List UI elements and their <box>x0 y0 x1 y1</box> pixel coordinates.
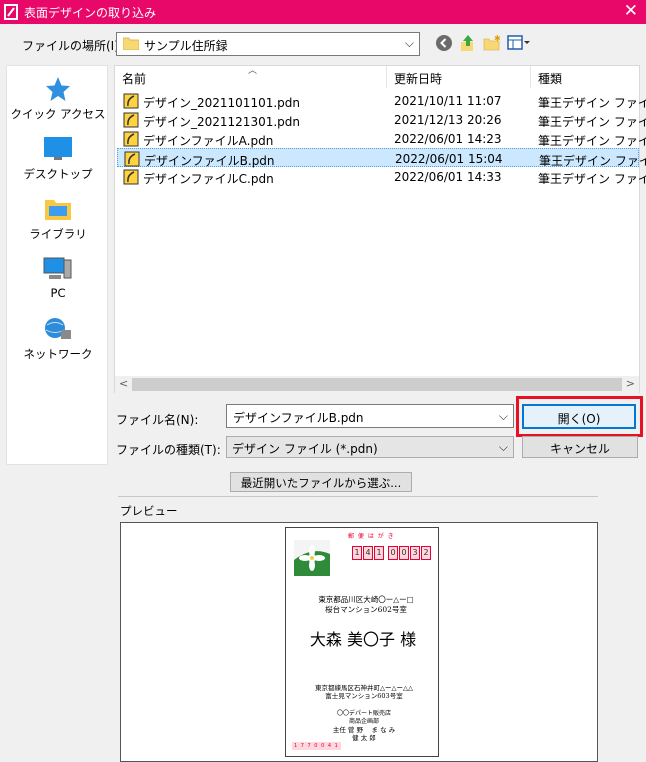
file-modified: 2021/12/13 20:26 <box>394 113 502 127</box>
sender-name: 健 太 郎 <box>352 734 376 742</box>
view-menu-icon[interactable] <box>507 34 531 52</box>
zip-digit: 3 <box>410 546 420 560</box>
file-modified: 2022/06/01 14:23 <box>394 132 502 146</box>
file-list[interactable]: ︿ 名前 更新日時 種類 デザイン_2021101101.pdn 2021/10… <box>114 65 646 393</box>
place-network[interactable]: ネットワーク <box>7 316 109 362</box>
file-row-selected[interactable]: デザインファイルB.pdn 2022/06/01 15:04 筆王デザイン ファ… <box>117 148 646 168</box>
star-icon <box>46 77 70 101</box>
zip-digit: 0 <box>399 546 409 560</box>
network-icon <box>45 318 71 339</box>
place-desktop[interactable]: デスクトップ <box>7 136 109 182</box>
flower-image <box>294 540 330 576</box>
sender-building: 富士見マンション603号室 <box>325 692 403 700</box>
filename-value: デザインファイルB.pdn <box>233 411 364 425</box>
horizontal-scrollbar[interactable]: < > <box>115 376 639 393</box>
pc-icon <box>43 257 72 279</box>
new-folder-icon[interactable]: ✱ <box>483 34 501 52</box>
column-name[interactable]: 名前 <box>122 70 146 87</box>
sender-zip: 1 7 7 0 0 4 1 <box>292 742 341 750</box>
svg-text:✱: ✱ <box>494 34 501 43</box>
look-in-label: ファイルの場所(I): <box>22 39 123 53</box>
app-icon <box>4 4 18 20</box>
file-row[interactable]: デザインファイルA.pdn 2022/06/01 14:23 筆王デザイン ファ… <box>117 129 646 148</box>
scroll-right-icon[interactable]: > <box>626 377 635 390</box>
library-icon <box>45 200 71 220</box>
folder-icon <box>123 37 139 50</box>
place-quick-access[interactable]: クイック アクセス <box>7 76 109 122</box>
file-type: 筆王デザイン ファイル <box>538 96 646 110</box>
look-in-value: サンプル住所録 <box>144 39 228 53</box>
file-name: デザインファイルC.pdn <box>143 172 274 186</box>
place-library[interactable]: ライブラリ <box>7 196 109 242</box>
filename-input[interactable]: デザインファイルB.pdn ⌵ <box>226 404 514 428</box>
postcard-preview: 郵 便 は が き 1 4 1 0 0 3 2 東京都品川区大崎〇ー△ー□ 桜台… <box>285 527 439 757</box>
column-modified[interactable]: 更新日時 <box>394 70 442 87</box>
desktop-icon <box>44 137 72 160</box>
zip-digit: 1 <box>374 546 384 560</box>
look-in-combo[interactable]: サンプル住所録 ⌵ <box>116 32 420 56</box>
place-label: クイック アクセス <box>10 107 106 121</box>
file-modified: 2021/10/11 11:07 <box>394 94 502 108</box>
recipient-building: 桜台マンション602号室 <box>325 605 407 614</box>
chevron-down-icon[interactable]: ⌵ <box>499 409 508 424</box>
pdn-file-icon <box>123 93 139 109</box>
pdn-file-icon <box>123 112 139 128</box>
file-type: 筆王デザイン ファイル <box>538 172 646 186</box>
sort-up-icon: ︿ <box>248 66 258 76</box>
title-bar: 表面デザインの取り込み ✕ <box>0 0 646 24</box>
file-modified: 2022/06/01 15:04 <box>395 152 503 166</box>
back-icon[interactable] <box>435 34 453 52</box>
column-divider[interactable] <box>386 66 387 88</box>
cancel-button[interactable]: キャンセル <box>522 436 638 458</box>
zip-digit: 4 <box>363 546 373 560</box>
filename-label: ファイル名(N): <box>116 413 199 427</box>
file-name: デザインファイルA.pdn <box>143 134 274 148</box>
place-label: ネットワーク <box>23 347 93 361</box>
zip-digit: 2 <box>421 546 431 560</box>
up-folder-icon[interactable] <box>459 34 477 52</box>
filetype-label: ファイルの種類(T): <box>116 443 221 457</box>
zip-digit: 1 <box>352 546 362 560</box>
list-header: ︿ 名前 更新日時 種類 <box>115 66 639 88</box>
postcard-header: 郵 便 は が き <box>348 533 395 540</box>
column-type[interactable]: 種類 <box>538 70 562 87</box>
place-label: デスクトップ <box>23 167 93 181</box>
column-divider[interactable] <box>530 66 531 88</box>
place-pc[interactable]: PC <box>7 256 109 300</box>
window-title: 表面デザインの取り込み <box>24 6 157 20</box>
recipient-name: 大森 美〇子 様 <box>309 630 417 649</box>
chevron-down-icon[interactable]: ⌵ <box>499 440 508 455</box>
filetype-select[interactable]: デザイン ファイル (*.pdn) ⌵ <box>226 436 514 458</box>
recent-files-button[interactable]: 最近開いたファイルから選ぶ... <box>230 472 412 492</box>
pdn-file-icon <box>124 151 140 167</box>
place-label: ライブラリ <box>29 227 87 241</box>
file-row[interactable]: デザインファイルC.pdn 2022/06/01 14:33 筆王デザイン ファ… <box>117 167 646 186</box>
chevron-down-icon[interactable]: ⌵ <box>405 36 414 51</box>
file-name: デザイン_2021121301.pdn <box>143 115 301 129</box>
file-name: デザイン_2021101101.pdn <box>143 96 301 110</box>
file-row[interactable]: デザイン_2021101101.pdn 2021/10/11 11:07 筆王デ… <box>117 91 646 110</box>
divider <box>118 496 598 497</box>
pdn-file-icon <box>123 169 139 185</box>
preview-pane: 郵 便 は が き 1 4 1 0 0 3 2 東京都品川区大崎〇ー△ー□ 桜台… <box>120 522 598 762</box>
scroll-thumb[interactable] <box>132 378 622 391</box>
file-modified: 2022/06/01 14:33 <box>394 170 502 184</box>
file-row[interactable]: デザイン_2021121301.pdn 2021/12/13 20:26 筆王デ… <box>117 110 646 129</box>
zip-digit: 0 <box>388 546 398 560</box>
place-label: PC <box>50 286 66 300</box>
scroll-left-icon[interactable]: < <box>119 377 128 390</box>
file-type: 筆王デザイン ファイル <box>538 134 646 148</box>
preview-label: プレビュー <box>120 504 178 518</box>
filetype-value: デザイン ファイル (*.pdn) <box>232 442 378 456</box>
open-button[interactable]: 開く(O) <box>522 404 636 429</box>
pdn-file-icon <box>123 131 139 147</box>
file-type: 筆王デザイン ファイル <box>538 115 646 129</box>
close-icon[interactable]: ✕ <box>624 1 638 21</box>
places-bar: クイック アクセス デスクトップ ライブラリ PC ネットワーク <box>6 65 108 465</box>
